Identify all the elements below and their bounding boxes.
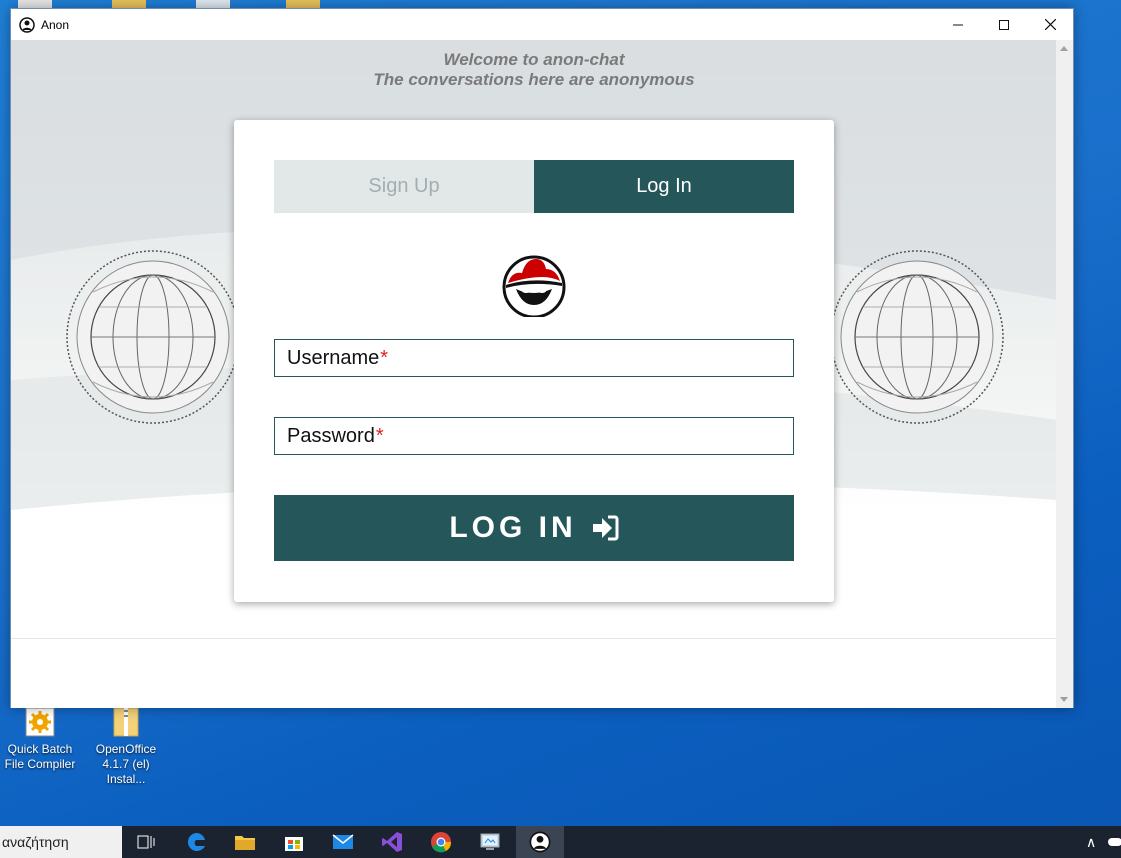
username-field[interactable]: Username * [274, 339, 794, 377]
desktop-icon-partial[interactable] [286, 0, 320, 8]
chrome-icon [431, 832, 452, 853]
vertical-scrollbar[interactable] [1056, 40, 1073, 708]
close-button[interactable] [1027, 9, 1073, 40]
edge-icon [187, 832, 205, 851]
globe-graphic-right [830, 250, 1004, 424]
title-bar[interactable]: Anon [11, 9, 1073, 40]
chrome-button[interactable] [417, 826, 465, 858]
mail-icon [332, 834, 354, 849]
tab-sign-up[interactable]: Sign Up [274, 160, 534, 213]
anon-app-button[interactable] [516, 826, 564, 858]
task-view-button[interactable] [122, 826, 170, 858]
store-button[interactable] [270, 826, 318, 858]
control-panel-icon [480, 833, 500, 850]
gear-icon [25, 707, 55, 737]
desktop-icon-openoffice[interactable]: OpenOffice 4.1.7 (el) Instal... [86, 706, 166, 787]
taskbar: αναζήτηση ∧ [0, 826, 1121, 858]
desktop-icon-partial[interactable] [18, 0, 52, 8]
onedrive-icon[interactable] [1108, 838, 1121, 846]
store-icon [285, 837, 303, 851]
welcome-subtitle: The conversations here are anonymous [373, 70, 695, 89]
maximize-button[interactable] [981, 9, 1027, 40]
password-label: Password [287, 424, 375, 447]
edge-button[interactable] [173, 826, 221, 858]
desktop-icon-partial[interactable] [112, 0, 146, 8]
login-button-label: LOG IN [449, 511, 577, 544]
required-marker: * [375, 424, 384, 447]
login-card: Sign Up Log In Username * Password * LOG I… [234, 120, 834, 602]
maximize-icon [999, 19, 1009, 30]
footer [11, 639, 1057, 708]
desktop-icon-label: Quick Batch File Compiler [4, 742, 76, 771]
taskbar-search[interactable]: αναζήτηση [0, 826, 122, 858]
minimize-icon [953, 24, 963, 25]
username-label: Username [287, 346, 380, 369]
folder-icon [235, 836, 255, 850]
required-marker: * [380, 346, 389, 369]
app-content: Welcome to anon-chat The conversations h… [11, 40, 1057, 708]
visual-studio-button[interactable] [368, 826, 416, 858]
minimize-button[interactable] [935, 9, 981, 40]
zip-folder-icon [113, 707, 139, 737]
welcome-text: Welcome to anon-chat The conversations h… [11, 50, 1057, 90]
desktop-icon-label: OpenOffice 4.1.7 (el) Instal... [95, 742, 157, 786]
login-button[interactable]: LOG IN [274, 495, 794, 561]
task-view-icon [137, 835, 155, 849]
mail-button[interactable] [319, 826, 367, 858]
control-panel-button[interactable] [466, 826, 514, 858]
anon-logo-icon [19, 16, 35, 33]
visual-studio-icon [382, 832, 402, 852]
file-explorer-button[interactable] [221, 826, 269, 858]
auth-tabs: Sign Up Log In [274, 160, 794, 213]
welcome-title: Welcome to anon-chat [443, 50, 625, 69]
anon-logo-icon [529, 831, 551, 853]
app-window: Anon Welcome to anon-chat The conversati… [10, 8, 1074, 708]
scroll-up-arrow-icon[interactable] [1060, 46, 1068, 51]
close-icon [1044, 19, 1056, 30]
tab-log-in[interactable]: Log In [534, 160, 794, 213]
tray-chevron-up-icon[interactable]: ∧ [1086, 834, 1096, 851]
sign-in-icon [592, 515, 619, 541]
red-hat-logo-icon [502, 255, 566, 317]
desktop-icon-partial[interactable] [196, 0, 230, 8]
globe-graphic-left [66, 250, 240, 424]
window-title: Anon [41, 17, 70, 32]
desktop-icon-quick-batch[interactable]: Quick Batch File Compiler [0, 706, 80, 772]
password-field[interactable]: Password * [274, 417, 794, 455]
scroll-down-arrow-icon[interactable] [1060, 697, 1068, 702]
